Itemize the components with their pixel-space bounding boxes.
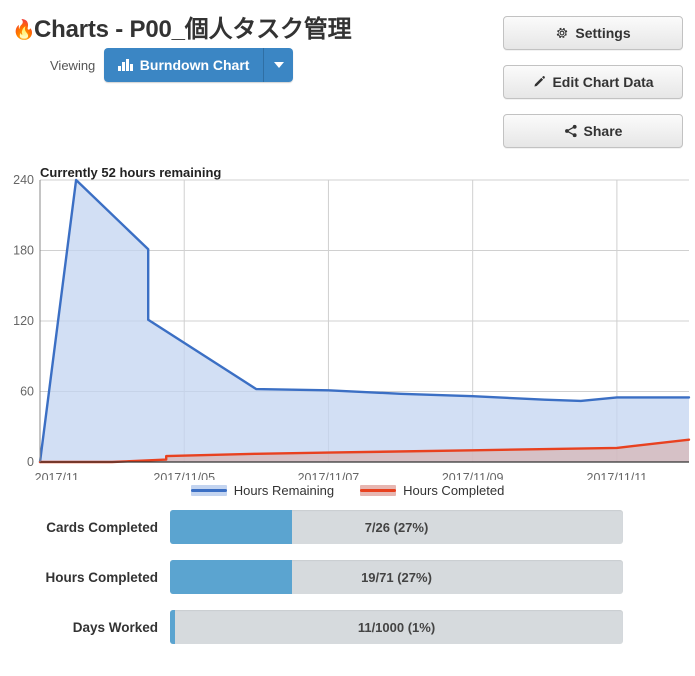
svg-text:2017/11/05: 2017/11/05 bbox=[153, 471, 215, 480]
cards-completed-progress: 7/26 (27%) bbox=[170, 510, 623, 544]
stat-row-days-worked: Days Worked 11/1000 (1%) bbox=[0, 610, 695, 644]
legend-swatch-hours-remaining bbox=[190, 485, 227, 496]
share-button[interactable]: Share bbox=[503, 114, 683, 148]
edit-chart-data-button[interactable]: Edit Chart Data bbox=[503, 65, 683, 99]
progress-text: 19/71 (27%) bbox=[361, 569, 432, 585]
share-icon bbox=[564, 124, 577, 138]
burndown-chart-panel: Currently 52 hours remaining 0 60 120 180 24… bbox=[0, 150, 695, 510]
legend-label: Hours Remaining bbox=[233, 483, 335, 498]
page-title: 🔥Charts - P00_個人タスク管理 bbox=[12, 9, 352, 44]
chart-type-button[interactable]: Burndown Chart bbox=[104, 48, 264, 82]
stats-section: Cards Completed 7/26 (27%) Hours Complet… bbox=[0, 510, 695, 660]
svg-text:120: 120 bbox=[13, 314, 34, 328]
burndown-chart: 0 60 120 180 240 2017/11... 2017/11/05 2017/11/… bbox=[13, 173, 691, 480]
fire-icon: 🔥 bbox=[12, 20, 36, 41]
pencil-icon bbox=[534, 76, 546, 87]
chart-legend: Hours Remaining Hours Completed bbox=[0, 483, 695, 498]
hours-completed-progress: 19/71 (27%) bbox=[170, 560, 623, 594]
settings-button-label: Settings bbox=[575, 25, 631, 41]
chevron-down-icon bbox=[273, 62, 284, 68]
legend-swatch-hours-completed bbox=[360, 485, 397, 496]
legend-item[interactable]: Hours Remaining bbox=[190, 483, 335, 498]
chart-selector: Viewing Burndown Chart bbox=[50, 48, 294, 82]
svg-text:240: 240 bbox=[13, 173, 34, 187]
stat-label: Days Worked bbox=[72, 619, 158, 635]
svg-text:0: 0 bbox=[27, 455, 34, 469]
settings-button[interactable]: Settings bbox=[503, 16, 683, 50]
svg-text:2017/11/11: 2017/11/11 bbox=[587, 471, 648, 480]
gear-icon bbox=[557, 27, 568, 38]
svg-text:60: 60 bbox=[20, 385, 34, 399]
bar-chart-icon bbox=[118, 59, 133, 71]
page-header: 🔥Charts - P00_個人タスク管理 Viewing Burndown C… bbox=[0, 0, 695, 150]
svg-text:2017/11/07: 2017/11/07 bbox=[298, 471, 360, 480]
stat-row-hours-completed: Hours Completed 19/71 (27%) bbox=[0, 560, 695, 594]
stat-label: Hours Completed bbox=[45, 569, 158, 585]
days-worked-progress: 11/1000 (1%) bbox=[170, 610, 623, 644]
svg-text:2017/11...: 2017/11... bbox=[35, 471, 90, 480]
chart-type-button-group[interactable]: Burndown Chart bbox=[104, 48, 294, 82]
legend-label: Hours Completed bbox=[403, 483, 505, 498]
svg-text:180: 180 bbox=[13, 244, 34, 258]
svg-text:2017/11/09: 2017/11/09 bbox=[442, 471, 504, 480]
legend-item[interactable]: Hours Completed bbox=[360, 483, 504, 498]
progress-text: 7/26 (27%) bbox=[364, 519, 429, 535]
edit-chart-data-button-label: Edit Chart Data bbox=[552, 74, 654, 90]
viewing-label: Viewing bbox=[50, 57, 96, 73]
stat-label: Cards Completed bbox=[46, 519, 158, 535]
progress-text: 11/1000 (1%) bbox=[357, 619, 436, 635]
stat-row-cards-completed: Cards Completed 7/26 (27%) bbox=[0, 510, 695, 544]
chart-type-label: Burndown Chart bbox=[139, 57, 250, 73]
chart-type-dropdown-toggle[interactable] bbox=[263, 48, 294, 82]
share-button-label: Share bbox=[583, 123, 623, 139]
page-title-text: Charts - P00_個人タスク管理 bbox=[34, 16, 352, 43]
